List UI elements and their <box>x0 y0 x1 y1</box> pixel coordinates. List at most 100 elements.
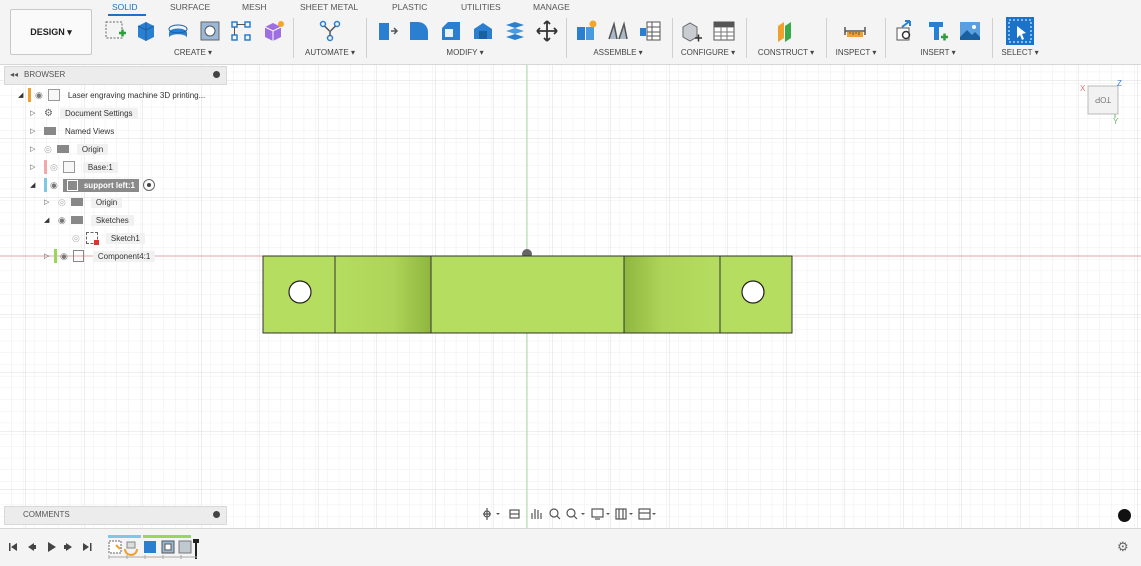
collapse-triangle-icon[interactable]: ▷ <box>30 145 44 153</box>
step-forward-icon[interactable] <box>64 543 72 551</box>
visibility-eye-icon[interactable]: ◎ <box>50 162 58 173</box>
visibility-eye-icon[interactable]: ◉ <box>50 180 58 191</box>
construct-menu[interactable]: CONSTRUCT ▾ <box>758 48 814 57</box>
tree-item-sketch1[interactable]: ◎ Sketch1 <box>72 230 145 246</box>
automate-icon[interactable] <box>318 19 342 43</box>
step-back-icon[interactable] <box>28 543 36 551</box>
insert-menu[interactable]: INSERT ▾ <box>920 48 955 57</box>
press-pull-icon[interactable] <box>375 19 399 43</box>
insert-mcmaster-icon[interactable] <box>926 19 950 43</box>
visibility-eye-icon[interactable]: ◎ <box>58 197 66 208</box>
tree-item-named-views[interactable]: ▷ Named Views <box>30 123 114 139</box>
configuration-table-icon[interactable] <box>712 19 736 43</box>
tab-manage[interactable]: MANAGE <box>533 2 570 12</box>
insert-derive-icon[interactable] <box>894 19 918 43</box>
combine-icon[interactable] <box>503 19 527 43</box>
configure-icon[interactable] <box>680 19 704 43</box>
inspect-menu[interactable]: INSPECT ▾ <box>836 48 877 57</box>
separator <box>992 18 993 58</box>
move-icon[interactable] <box>535 19 559 43</box>
tab-mesh[interactable]: MESH <box>242 2 267 12</box>
activate-radio-icon[interactable] <box>142 179 155 191</box>
select-menu[interactable]: SELECT ▾ <box>1001 48 1038 57</box>
tab-surface[interactable]: SURFACE <box>170 2 210 12</box>
tree-item-support-left[interactable]: ◢ ◉ support left:1 <box>30 177 155 193</box>
expand-triangle-icon[interactable]: ◢ <box>18 91 28 99</box>
browser-panel-header[interactable]: ◂◂ BROWSER <box>4 66 227 85</box>
measure-icon[interactable] <box>843 19 867 43</box>
timeline-marker-icon[interactable] <box>193 539 199 559</box>
collapse-triangle-icon[interactable]: ▷ <box>30 109 44 117</box>
create-menu[interactable]: CREATE ▾ <box>174 48 212 57</box>
modify-menu[interactable]: MODIFY ▾ <box>446 48 483 57</box>
collapse-triangle-icon[interactable]: ▷ <box>44 252 54 260</box>
collapse-triangle-icon[interactable]: ▷ <box>30 163 44 171</box>
tab-sheet-metal[interactable]: SHEET METAL <box>300 2 358 12</box>
tab-solid[interactable]: SOLID <box>112 2 138 12</box>
new-component-icon[interactable] <box>574 19 598 43</box>
joint-icon[interactable] <box>606 19 630 43</box>
timeline-hole-icon[interactable] <box>161 540 175 554</box>
visibility-eye-icon[interactable]: ◉ <box>60 251 68 262</box>
select-icon[interactable] <box>1006 17 1034 45</box>
browser-options-icon[interactable] <box>213 71 220 78</box>
viewports-icon[interactable] <box>638 508 651 520</box>
bom-icon[interactable] <box>638 19 662 43</box>
timeline-component-icon[interactable] <box>178 540 192 554</box>
comments-title: COMMENTS <box>23 510 70 519</box>
tab-plastic[interactable]: PLASTIC <box>392 2 427 12</box>
support-left-body[interactable] <box>262 255 793 334</box>
visibility-eye-icon[interactable]: ◎ <box>72 233 80 244</box>
collapse-browser-icon[interactable]: ◂◂ <box>10 70 18 79</box>
tree-item-component4[interactable]: ▷ ◉ Component4:1 <box>44 248 156 264</box>
expand-triangle-icon[interactable]: ◢ <box>30 181 44 189</box>
pan-hand-icon[interactable] <box>531 509 542 519</box>
collapse-triangle-icon[interactable]: ▷ <box>44 198 58 206</box>
form-icon[interactable] <box>261 19 285 43</box>
tree-item-origin[interactable]: ▷ ◎ Origin <box>30 141 109 157</box>
notification-badge[interactable] <box>1118 509 1131 522</box>
tree-item-base[interactable]: ▷ ◎ Base:1 <box>30 159 118 175</box>
assemble-menu[interactable]: ASSEMBLE ▾ <box>593 48 642 57</box>
grid-settings-icon[interactable] <box>615 508 627 520</box>
active-component-highlight[interactable]: support left:1 <box>62 178 139 192</box>
fillet-icon[interactable] <box>407 19 431 43</box>
display-settings-icon[interactable] <box>591 508 604 520</box>
timeline-settings-gear-icon[interactable]: ⚙ <box>1117 539 1129 555</box>
visibility-eye-icon[interactable]: ◉ <box>35 90 43 101</box>
go-to-end-icon[interactable] <box>83 543 92 551</box>
tree-root-row[interactable]: ◢ ◉ Laser engraving machine 3D printing.… <box>18 87 205 103</box>
expand-triangle-icon[interactable]: ◢ <box>44 216 58 224</box>
timeline-revolve-icon[interactable] <box>124 541 138 556</box>
tab-utilities[interactable]: UTILITIES <box>461 2 501 12</box>
timeline-sketch-icon[interactable] <box>108 540 122 554</box>
design-workspace-button[interactable]: DESIGN ▾ <box>10 9 92 55</box>
shell-icon[interactable] <box>471 19 495 43</box>
tree-item-sketches[interactable]: ◢ ◉ Sketches <box>44 212 134 228</box>
play-icon[interactable] <box>48 542 56 552</box>
pattern-icon[interactable] <box>229 19 253 43</box>
zoom-icon[interactable] <box>566 508 578 520</box>
tree-item-sub-origin[interactable]: ▷ ◎ Origin <box>44 194 123 210</box>
canvas-viewport[interactable]: TOP X Z Y <box>0 65 1141 528</box>
revolve-icon[interactable] <box>166 19 190 43</box>
orbit-icon[interactable] <box>483 508 491 520</box>
collapse-triangle-icon[interactable]: ▷ <box>30 127 44 135</box>
timeline-extrude-icon[interactable] <box>144 541 156 553</box>
go-to-start-icon[interactable] <box>9 543 17 551</box>
offset-plane-icon[interactable] <box>774 19 798 43</box>
tree-item-document-settings[interactable]: ▷ ⚙ Document Settings <box>30 105 138 121</box>
zoom-window-icon[interactable] <box>549 508 561 520</box>
visibility-eye-icon[interactable]: ◉ <box>58 215 66 226</box>
chamfer-icon[interactable] <box>439 19 463 43</box>
look-at-icon[interactable] <box>509 509 520 519</box>
comments-panel-header[interactable]: COMMENTS <box>4 506 227 525</box>
comments-options-icon[interactable] <box>213 511 220 518</box>
extrude-icon[interactable] <box>134 19 158 43</box>
automate-menu[interactable]: AUTOMATE ▾ <box>305 48 355 57</box>
create-sketch-icon[interactable] <box>104 19 128 43</box>
configure-menu[interactable]: CONFIGURE ▾ <box>681 48 735 57</box>
insert-canvas-icon[interactable] <box>958 19 982 43</box>
visibility-eye-icon[interactable]: ◎ <box>44 144 52 155</box>
hole-icon[interactable] <box>198 19 222 43</box>
